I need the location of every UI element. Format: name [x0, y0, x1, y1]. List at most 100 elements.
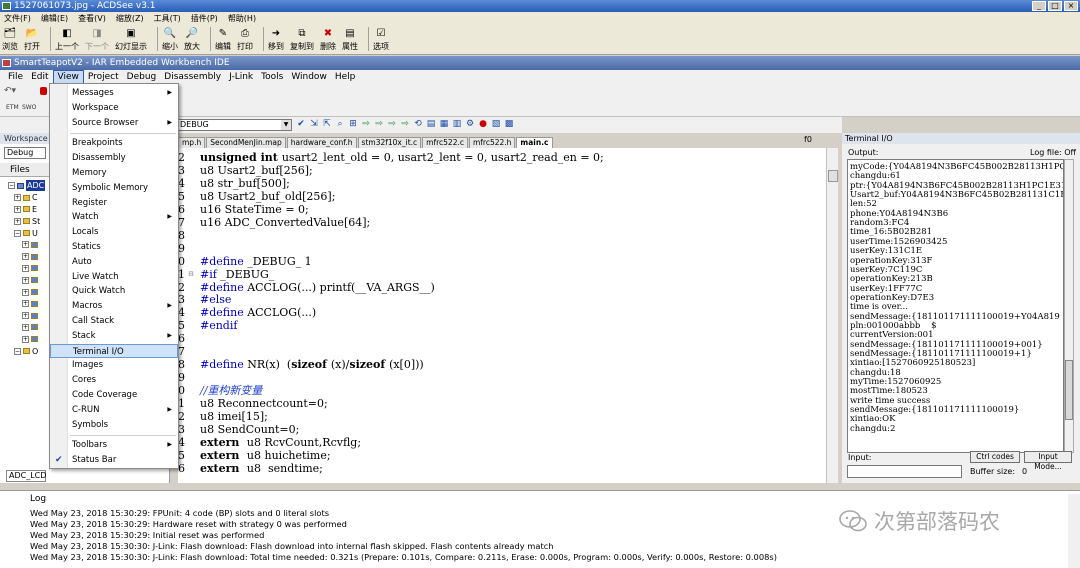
view-menu-item-messages[interactable]: Messages ▶: [50, 86, 178, 100]
workspace-tab-adc-lcd[interactable]: ADC_LCD: [6, 470, 46, 482]
tree-item[interactable]: +: [8, 333, 45, 345]
delete-button[interactable]: ✖ 删除: [320, 28, 336, 52]
minimize-button[interactable]: _: [1032, 1, 1046, 11]
view-menu-item-live-watch[interactable]: Live Watch: [50, 270, 178, 284]
view-menu-item-toolbars[interactable]: Toolbars ▶: [50, 438, 178, 452]
tree-item[interactable]: +: [8, 274, 45, 286]
input-mode-button[interactable]: Input Mode...: [1024, 451, 1072, 471]
compile-icon[interactable]: ▦: [439, 119, 449, 130]
bookmark-icon[interactable]: ✔: [296, 119, 306, 130]
zoom-in-button[interactable]: 🔎 放大: [184, 28, 200, 52]
code-editor[interactable]: 2 unsigned int usart2_lent_old = 0, usart2…: [178, 148, 826, 483]
tree-item[interactable]: − ADC: [8, 180, 46, 192]
tab-mfrc522-c[interactable]: mfrc522.c: [422, 137, 468, 148]
slideshow-button[interactable]: ▣ 幻灯显示: [115, 28, 147, 52]
ctrl-codes-button[interactable]: Ctrl codes: [970, 451, 1020, 463]
view-menu-item-workspace[interactable]: Workspace: [50, 101, 178, 115]
tree-item[interactable]: + C: [8, 192, 45, 204]
layout-icon[interactable]: ▤: [426, 119, 436, 130]
view-menu-item-macros[interactable]: Macros ▶: [50, 299, 178, 313]
breakpoint-icon[interactable]: ●: [478, 119, 488, 130]
view-menu-item-auto[interactable]: Auto: [50, 255, 178, 269]
menu-debug[interactable]: Debug: [123, 71, 161, 83]
browse-button[interactable]: 🗂 浏览: [2, 28, 18, 52]
view-menu-item-memory[interactable]: Memory: [50, 166, 178, 180]
reset-icon[interactable]: ⟲: [413, 119, 423, 130]
view-menu-item-code-coverage[interactable]: Code Coverage: [50, 388, 178, 402]
view-menu-item-statics[interactable]: Statics: [50, 240, 178, 254]
swo-label[interactable]: SWO: [22, 104, 36, 111]
tree-item[interactable]: +: [8, 322, 45, 334]
acd-menu-help[interactable]: 帮助(H): [228, 13, 256, 24]
run-icon[interactable]: ⇨: [387, 119, 397, 130]
tree-item[interactable]: +: [8, 310, 45, 322]
menu-disassembly[interactable]: Disassembly: [160, 71, 225, 83]
stop-icon[interactable]: [40, 87, 47, 95]
view-menu-item-source-browser[interactable]: Source Browser ▶: [50, 116, 178, 130]
workspace-config-combo[interactable]: Debug: [4, 147, 46, 159]
tree-item[interactable]: + St: [8, 215, 45, 227]
view-menu-item-status-bar[interactable]: Status Bar ✔: [50, 453, 178, 467]
fold-toggle-icon[interactable]: ⊟: [188, 268, 194, 281]
menu-tools[interactable]: Tools: [257, 71, 287, 83]
tab-stm32f10x-it-c[interactable]: stm32f10x_it.c: [357, 137, 422, 148]
copy-to-button[interactable]: ⧉ 复制到: [290, 28, 314, 52]
etm-label[interactable]: ETM: [6, 104, 19, 111]
view-menu-item-register[interactable]: Register: [50, 196, 178, 210]
menu-jlink[interactable]: J-Link: [225, 71, 257, 83]
menu-file[interactable]: File: [4, 71, 27, 83]
menu-help[interactable]: Help: [331, 71, 360, 83]
view-menu-item-breakpoints[interactable]: Breakpoints: [50, 136, 178, 150]
tab-secondmenjin-map[interactable]: SecondMenJin.map: [206, 137, 286, 148]
move-to-button[interactable]: ➜ 移到: [268, 28, 284, 52]
tab-mp-h[interactable]: mp.h: [178, 137, 206, 148]
menu-view[interactable]: View: [52, 70, 84, 84]
step-icon[interactable]: ⇨: [361, 119, 371, 130]
maximize-button[interactable]: □: [1048, 1, 1062, 11]
acd-menu-tools[interactable]: 工具(T): [154, 13, 181, 24]
acd-menu-edit[interactable]: 编辑(E): [41, 13, 68, 24]
menu-window[interactable]: Window: [287, 71, 331, 83]
tree-item[interactable]: +: [8, 286, 45, 298]
build-config-combo[interactable]: DEBUG ▼: [176, 119, 292, 131]
find-icon[interactable]: ⌕: [335, 119, 345, 130]
view-menu-item-disassembly[interactable]: Disassembly: [50, 151, 178, 165]
step-over-icon[interactable]: ⇨: [374, 119, 384, 130]
menu-edit[interactable]: Edit: [27, 71, 52, 83]
menu-project[interactable]: Project: [84, 71, 123, 83]
function-navigator[interactable]: f0: [804, 135, 812, 144]
view-menu-item-stack[interactable]: Stack ▶: [50, 329, 178, 343]
view-menu-item-terminal-i-o[interactable]: Terminal I/O: [50, 343, 178, 358]
view-menu-item-symbolic-memory[interactable]: Symbolic Memory: [50, 181, 178, 195]
tab-hardware-conf-h[interactable]: hardware_conf.h: [286, 137, 357, 148]
bookmark-next-icon[interactable]: ⇲: [309, 119, 319, 130]
edit-button[interactable]: ✎ 编辑: [215, 28, 231, 52]
previous-button[interactable]: ◧ 上一个: [55, 28, 79, 52]
close-button[interactable]: ×: [1064, 1, 1078, 11]
acd-menu-view[interactable]: 查看(V): [78, 13, 106, 24]
acd-menu-zoom[interactable]: 缩放(Z): [116, 13, 144, 24]
go-icon[interactable]: ⇨: [400, 119, 410, 130]
editor-scrollbar[interactable]: [826, 148, 838, 483]
view-menu-item-locals[interactable]: Locals: [50, 225, 178, 239]
terminal-output[interactable]: myCode:{Y04A8194N3B6FC45B002B28113H1PC1 c…: [847, 159, 1064, 453]
scrollbar-thumb[interactable]: [1065, 360, 1073, 420]
print-button[interactable]: ⎙ 打印: [237, 28, 253, 52]
view-menu-item-images[interactable]: Images: [50, 358, 178, 372]
tree-item[interactable]: +: [8, 263, 45, 275]
tree-item[interactable]: +: [8, 239, 45, 251]
tree-item[interactable]: − U: [8, 227, 45, 239]
tree-item[interactable]: + E: [8, 204, 45, 216]
properties-button[interactable]: ▤ 属性: [342, 28, 358, 52]
bookmark-prev-icon[interactable]: ⇱: [322, 119, 332, 130]
options-button[interactable]: ☑ 选项: [373, 28, 389, 52]
undo-icon[interactable]: ↶▾: [4, 86, 16, 96]
next-button[interactable]: ◨ 下一个: [85, 28, 109, 52]
make-icon[interactable]: ▥: [452, 119, 462, 130]
view-menu-item-cores[interactable]: Cores: [50, 373, 178, 387]
view-menu-item-symbols[interactable]: Symbols: [50, 418, 178, 432]
tab-mfrc522-h[interactable]: mfrc522.h: [468, 137, 516, 148]
log-scrollbar[interactable]: [1068, 494, 1080, 568]
tree-item[interactable]: +: [8, 251, 45, 263]
acd-menu-plugins[interactable]: 插件(P): [191, 13, 218, 24]
